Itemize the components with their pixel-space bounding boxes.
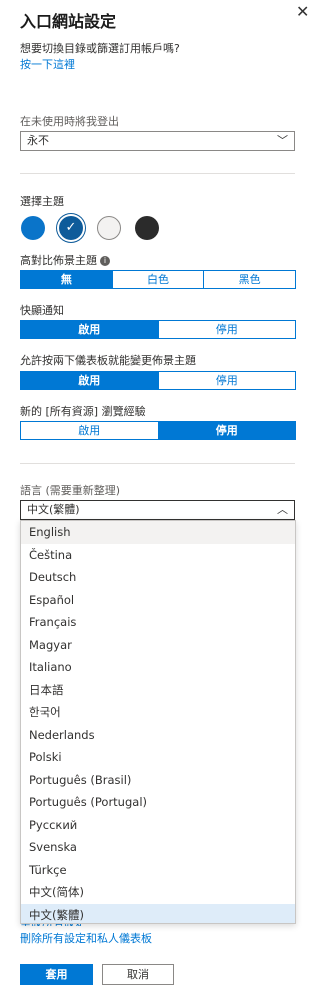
- language-option[interactable]: Nederlands: [21, 724, 295, 747]
- checkmark-icon: ✓: [65, 220, 77, 235]
- language-option[interactable]: Svenska: [21, 836, 295, 859]
- language-option[interactable]: Magyar: [21, 634, 295, 657]
- language-option[interactable]: Deutsch: [21, 566, 295, 589]
- signout-value: 永不: [27, 134, 49, 147]
- theme-swatch-dark-blue[interactable]: ✓: [59, 216, 83, 240]
- language-option[interactable]: Français: [21, 611, 295, 634]
- switch-directory-question: 想要切換目錄或篩選訂用帳戶嗎?: [20, 42, 180, 55]
- language-option[interactable]: Português (Brasil): [21, 769, 295, 792]
- info-icon[interactable]: i: [100, 256, 110, 266]
- language-dropdown-list: English Čeština Deutsch Español Français Magy…: [20, 520, 296, 924]
- dashboard-theme-option[interactable]: 啟用: [21, 372, 158, 389]
- theme-swatch-light[interactable]: [97, 216, 121, 240]
- language-option[interactable]: 한국어: [21, 701, 295, 724]
- theme-label: 選擇主題: [20, 195, 64, 208]
- panel-title: 入口網站設定: [20, 12, 117, 31]
- toast-option[interactable]: 停用: [157, 321, 296, 338]
- high-contrast-label-text: 高對比佈景主題: [20, 254, 97, 267]
- toast-toggle[interactable]: 啟用 停用: [20, 320, 296, 339]
- browse-toggle[interactable]: 啟用 停用: [20, 421, 296, 440]
- language-option[interactable]: Polski: [21, 746, 295, 769]
- signout-select[interactable]: 永不 ﹀: [20, 131, 295, 151]
- switch-directory-link[interactable]: 按一下這裡: [20, 56, 75, 72]
- apply-button[interactable]: 套用: [20, 964, 93, 985]
- high-contrast-label: 高對比佈景主題 i: [20, 252, 110, 268]
- theme-swatch-blue[interactable]: [21, 216, 45, 240]
- divider: [20, 463, 295, 464]
- toast-label: 快顯通知: [20, 304, 64, 317]
- high-contrast-option[interactable]: 無: [21, 271, 112, 288]
- language-option[interactable]: Português (Portugal): [21, 791, 295, 814]
- cancel-button[interactable]: 取消: [102, 964, 174, 985]
- high-contrast-toggle[interactable]: 無白色 黑色: [20, 270, 296, 289]
- language-option[interactable]: 日本語: [21, 679, 295, 702]
- close-icon[interactable]: ✕: [296, 2, 309, 21]
- language-option[interactable]: 中文(简体): [21, 881, 295, 904]
- dashboard-theme-label: 允許按兩下儀表板就能變更佈景主題: [20, 354, 196, 367]
- language-select[interactable]: 中文(繁體) ︿: [20, 500, 295, 520]
- browse-option[interactable]: 啟用: [21, 422, 158, 439]
- language-option[interactable]: 中文(繁體): [21, 903, 295, 923]
- divider: [20, 173, 295, 174]
- language-value: 中文(繁體): [27, 503, 80, 516]
- language-option[interactable]: Русский: [21, 814, 295, 837]
- toast-option[interactable]: 啟用: [21, 321, 158, 338]
- language-option[interactable]: Español: [21, 589, 295, 612]
- dashboard-theme-toggle[interactable]: 啟用 停用: [20, 371, 296, 390]
- language-option[interactable]: English: [21, 521, 295, 544]
- chevron-down-icon: ﹀: [277, 134, 288, 147]
- chevron-up-icon: ︿: [277, 503, 288, 516]
- language-label: 語言 (需要重新整理): [20, 484, 121, 497]
- theme-swatch-dark[interactable]: [135, 216, 159, 240]
- browse-option[interactable]: 停用: [157, 422, 295, 439]
- high-contrast-option[interactable]: 白色: [111, 271, 204, 288]
- language-option[interactable]: Čeština: [21, 544, 295, 567]
- signout-label: 在未使用時將我登出: [20, 115, 119, 128]
- dashboard-theme-option[interactable]: 停用: [157, 372, 296, 389]
- language-option[interactable]: Italiano: [21, 656, 295, 679]
- high-contrast-option[interactable]: 黑色: [203, 271, 295, 288]
- language-option[interactable]: Türkçe: [21, 859, 295, 882]
- browse-label: 新的 [所有資源] 瀏覽經驗: [20, 405, 146, 418]
- delete-settings-link[interactable]: 刪除所有設定和私人儀表板: [20, 930, 152, 946]
